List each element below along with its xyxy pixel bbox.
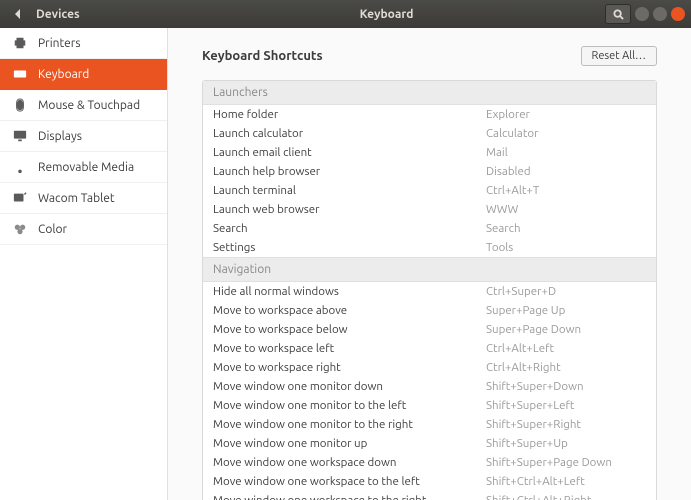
sidebar-item-displays[interactable]: Displays xyxy=(0,121,167,152)
back-button[interactable] xyxy=(0,9,36,19)
mouse-icon xyxy=(12,97,28,113)
shortcut-row[interactable]: SearchSearch xyxy=(203,219,656,238)
sidebar-item-label: Removable Media xyxy=(38,161,134,174)
shortcut-row[interactable]: Move to workspace leftCtrl+Alt+Left xyxy=(203,339,656,358)
shortcut-row[interactable]: Launch help browserDisabled xyxy=(203,162,656,181)
shortcut-row[interactable]: Move window one monitor downShift+Super+… xyxy=(203,377,656,396)
shortcut-label: Move window one workspace to the right xyxy=(213,494,486,500)
shortcut-accelerator: Tools xyxy=(486,241,646,254)
shortcut-row[interactable]: Move window one workspace to the leftShi… xyxy=(203,472,656,491)
shortcut-accelerator: Disabled xyxy=(486,165,646,178)
shortcut-row[interactable]: Launch calculatorCalculator xyxy=(203,124,656,143)
content-pane[interactable]: Keyboard Shortcuts Reset All… LaunchersH… xyxy=(168,28,691,500)
sidebar-item-label: Printers xyxy=(38,37,81,50)
shortcut-accelerator: Explorer xyxy=(486,108,646,121)
titlebar: Devices Keyboard xyxy=(0,0,691,28)
sidebar-item-label: Color xyxy=(38,223,67,236)
shortcut-accelerator: Super+Page Down xyxy=(486,323,646,336)
display-icon xyxy=(12,128,28,144)
shortcut-row[interactable]: Move window one monitor to the rightShif… xyxy=(203,415,656,434)
shortcut-accelerator: Shift+Super+Page Down xyxy=(486,456,646,469)
shortcut-row[interactable]: Move window one monitor to the leftShift… xyxy=(203,396,656,415)
shortcut-accelerator: Shift+Super+Up xyxy=(486,437,646,450)
shortcut-row[interactable]: Move to workspace belowSuper+Page Down xyxy=(203,320,656,339)
shortcut-row[interactable]: Move to workspace aboveSuper+Page Up xyxy=(203,301,656,320)
shortcut-label: Move window one monitor to the left xyxy=(213,399,486,412)
printer-icon xyxy=(12,35,28,51)
shortcut-label: Move window one workspace to the left xyxy=(213,475,486,488)
usb-icon xyxy=(12,159,28,175)
shortcut-row[interactable]: Hide all normal windowsCtrl+Super+D xyxy=(203,282,656,301)
sidebar-item-printers[interactable]: Printers xyxy=(0,28,167,59)
tablet-icon xyxy=(12,190,28,206)
shortcut-accelerator: Calculator xyxy=(486,127,646,140)
sidebar-item-color[interactable]: Color xyxy=(0,214,167,245)
shortcut-accelerator: Shift+Super+Right xyxy=(486,418,646,431)
sidebar: Printers Keyboard Mouse & Touchpad Displays… xyxy=(0,28,168,500)
shortcut-label: Move to workspace below xyxy=(213,323,486,336)
shortcut-row[interactable]: Launch web browserWWW xyxy=(203,200,656,219)
shortcuts-panel: LaunchersHome folderExplorerLaunch calcu… xyxy=(202,80,657,500)
reset-all-button[interactable]: Reset All… xyxy=(581,46,658,66)
shortcut-accelerator: Shift+Ctrl+Alt+Right xyxy=(486,494,646,500)
shortcut-row[interactable]: Launch terminalCtrl+Alt+T xyxy=(203,181,656,200)
shortcut-accelerator: Ctrl+Alt+T xyxy=(486,184,646,197)
shortcut-label: Search xyxy=(213,222,486,235)
shortcut-label: Move to workspace left xyxy=(213,342,486,355)
page-title: Keyboard Shortcuts xyxy=(202,49,323,63)
close-button[interactable] xyxy=(671,7,685,21)
titlebar-left-title: Devices xyxy=(36,8,80,21)
shortcut-label: Move to workspace right xyxy=(213,361,486,374)
shortcut-accelerator: Shift+Super+Left xyxy=(486,399,646,412)
shortcut-accelerator: WWW xyxy=(486,203,646,216)
shortcut-label: Move to workspace above xyxy=(213,304,486,317)
shortcut-row[interactable]: Launch email clientMail xyxy=(203,143,656,162)
shortcut-accelerator: Super+Page Up xyxy=(486,304,646,317)
shortcut-label: Hide all normal windows xyxy=(213,285,486,298)
minimize-button[interactable] xyxy=(635,7,649,21)
shortcut-accelerator: Ctrl+Super+D xyxy=(486,285,646,298)
maximize-button[interactable] xyxy=(653,7,667,21)
shortcut-label: Move window one monitor down xyxy=(213,380,486,393)
search-button[interactable] xyxy=(605,4,631,24)
shortcut-label: Move window one monitor up xyxy=(213,437,486,450)
sidebar-item-keyboard[interactable]: Keyboard xyxy=(0,59,167,90)
shortcut-label: Launch calculator xyxy=(213,127,486,140)
shortcut-row[interactable]: Move window one workspace downShift+Supe… xyxy=(203,453,656,472)
shortcut-label: Settings xyxy=(213,241,486,254)
shortcut-accelerator: Ctrl+Alt+Right xyxy=(486,361,646,374)
shortcut-row[interactable]: Move to workspace rightCtrl+Alt+Right xyxy=(203,358,656,377)
shortcut-label: Launch terminal xyxy=(213,184,486,197)
sidebar-item-removable-media[interactable]: Removable Media xyxy=(0,152,167,183)
sidebar-item-wacom-tablet[interactable]: Wacom Tablet xyxy=(0,183,167,214)
sidebar-item-label: Displays xyxy=(38,130,82,143)
section-header-navigation: Navigation xyxy=(203,257,656,282)
shortcut-row[interactable]: SettingsTools xyxy=(203,238,656,257)
titlebar-center-title: Keyboard xyxy=(168,8,605,21)
shortcut-label: Launch web browser xyxy=(213,203,486,216)
sidebar-item-mouse-touchpad[interactable]: Mouse & Touchpad xyxy=(0,90,167,121)
shortcut-row[interactable]: Move window one workspace to the rightSh… xyxy=(203,491,656,500)
shortcut-label: Move window one workspace down xyxy=(213,456,486,469)
shortcut-label: Launch email client xyxy=(213,146,486,159)
color-icon xyxy=(12,221,28,237)
shortcut-label: Move window one monitor to the right xyxy=(213,418,486,431)
main-area: Printers Keyboard Mouse & Touchpad Displays… xyxy=(0,28,691,500)
shortcut-accelerator: Shift+Ctrl+Alt+Left xyxy=(486,475,646,488)
shortcut-accelerator: Ctrl+Alt+Left xyxy=(486,342,646,355)
shortcut-label: Home folder xyxy=(213,108,486,121)
shortcut-accelerator: Shift+Super+Down xyxy=(486,380,646,393)
shortcut-row[interactable]: Home folderExplorer xyxy=(203,105,656,124)
sidebar-item-label: Mouse & Touchpad xyxy=(38,99,140,112)
shortcut-accelerator: Mail xyxy=(486,146,646,159)
shortcut-row[interactable]: Move window one monitor upShift+Super+Up xyxy=(203,434,656,453)
keyboard-icon xyxy=(12,66,28,82)
sidebar-item-label: Wacom Tablet xyxy=(38,192,115,205)
shortcut-accelerator: Search xyxy=(486,222,646,235)
section-header-launchers: Launchers xyxy=(203,81,656,105)
shortcut-label: Launch help browser xyxy=(213,165,486,178)
sidebar-item-label: Keyboard xyxy=(38,68,89,81)
